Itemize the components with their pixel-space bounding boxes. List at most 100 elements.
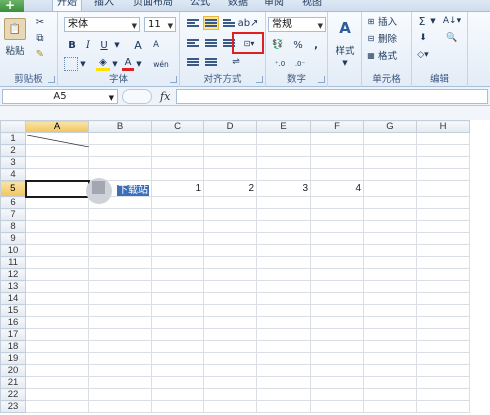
cell-c16[interactable] (151, 316, 204, 329)
cell-b14[interactable] (88, 292, 152, 305)
cell-c2[interactable] (151, 144, 204, 157)
cell-c1[interactable] (151, 132, 204, 145)
cell-a12[interactable] (25, 268, 89, 281)
row-header[interactable]: 22 (0, 388, 26, 401)
cell-a8[interactable] (25, 220, 89, 233)
decrease-decimal-icon[interactable]: .0⁻ (292, 57, 308, 71)
cell-d12[interactable] (203, 268, 257, 281)
cell-h22[interactable] (416, 388, 470, 401)
phonetic-button[interactable]: wén (152, 57, 170, 71)
cell-a6[interactable] (25, 196, 89, 209)
cell-f3[interactable] (310, 156, 364, 169)
cell-f7[interactable] (310, 208, 364, 221)
column-header[interactable]: D (203, 120, 257, 133)
format-painter-icon[interactable]: ✎ (34, 48, 46, 60)
cell-e23[interactable] (256, 400, 311, 413)
column-header[interactable]: F (310, 120, 364, 133)
cell-d11[interactable] (203, 256, 257, 269)
row-header[interactable]: 21 (0, 376, 26, 389)
styles-button-label[interactable]: 样式 (330, 44, 360, 57)
cell-a4[interactable] (25, 168, 89, 181)
cell-b8[interactable] (88, 220, 152, 233)
row-header[interactable]: 5 (0, 180, 26, 197)
borders-icon[interactable] (64, 57, 78, 71)
cell-d3[interactable] (203, 156, 257, 169)
row-header[interactable]: 14 (0, 292, 26, 305)
cut-icon[interactable]: ✂ (34, 16, 46, 28)
bold-button[interactable]: B (66, 38, 78, 52)
cell-c17[interactable] (151, 328, 204, 341)
tab-view[interactable]: 视图 (300, 0, 324, 11)
row-header[interactable]: 6 (0, 196, 26, 209)
percent-button[interactable]: % (292, 38, 304, 52)
cell-d1[interactable] (203, 132, 257, 145)
cell-f8[interactable] (310, 220, 364, 233)
cell-c4[interactable] (151, 168, 204, 181)
cell-g11[interactable] (363, 256, 417, 269)
cell-g13[interactable] (363, 280, 417, 293)
fill-icon[interactable]: ⬇ (416, 32, 430, 44)
cell-h18[interactable] (416, 340, 470, 353)
paste-button-label[interactable]: 粘贴 (2, 44, 28, 57)
cell-e8[interactable] (256, 220, 311, 233)
find-select-icon[interactable]: 🔍 (442, 32, 462, 44)
cell-a15[interactable] (25, 304, 89, 317)
cell-g19[interactable] (363, 352, 417, 365)
orientation-icon[interactable]: ab↗ (238, 16, 259, 30)
cell-g7[interactable] (363, 208, 417, 221)
cell-f16[interactable] (310, 316, 364, 329)
decrease-indent-icon[interactable] (185, 55, 201, 69)
row-header[interactable]: 7 (0, 208, 26, 221)
cell-f13[interactable] (310, 280, 364, 293)
cell-a11[interactable] (25, 256, 89, 269)
cell-a22[interactable] (25, 388, 89, 401)
clipboard-launcher-icon[interactable] (48, 76, 55, 83)
row-header[interactable]: 8 (0, 220, 26, 233)
cell-d7[interactable] (203, 208, 257, 221)
number-launcher-icon[interactable] (318, 76, 325, 83)
cell-e6[interactable] (256, 196, 311, 209)
cell-g10[interactable] (363, 244, 417, 257)
cell-h20[interactable] (416, 364, 470, 377)
cell-a13[interactable] (25, 280, 89, 293)
font-color-dropdown-icon[interactable]: ▼ (136, 57, 142, 71)
cell-d8[interactable] (203, 220, 257, 233)
cell-a17[interactable] (25, 328, 89, 341)
insert-cells-icon[interactable]: ⊞ (365, 15, 377, 27)
row-header[interactable]: 9 (0, 232, 26, 245)
tab-formulas[interactable]: 公式 (188, 0, 212, 11)
worksheet-table[interactable]: A B C D E F G H 1 2 3 4 5 下载站 1 2 3 4 6 7 8 9 10 11 12 13… (0, 120, 470, 413)
increase-decimal-icon[interactable]: ⁺.0 (272, 57, 288, 71)
cell-d23[interactable] (203, 400, 257, 413)
row-header[interactable]: 2 (0, 144, 26, 157)
cell-h11[interactable] (416, 256, 470, 269)
cell-f21[interactable] (310, 376, 364, 389)
cell-h8[interactable] (416, 220, 470, 233)
comma-button[interactable]: , (310, 38, 322, 52)
cell-e15[interactable] (256, 304, 311, 317)
font-size-combo[interactable]: 11 ▼ (144, 17, 176, 32)
row-header[interactable]: 19 (0, 352, 26, 365)
cell-h4[interactable] (416, 168, 470, 181)
name-box[interactable]: A5 ▼ (2, 89, 118, 104)
autosum-dropdown-icon[interactable]: ▼ (430, 15, 436, 27)
cell-b1[interactable] (88, 132, 152, 145)
cell-h12[interactable] (416, 268, 470, 281)
row-header[interactable]: 13 (0, 280, 26, 293)
cell-g4[interactable] (363, 168, 417, 181)
delete-cells-icon[interactable]: ⊟ (365, 32, 377, 44)
cell-e7[interactable] (256, 208, 311, 221)
cell-c20[interactable] (151, 364, 204, 377)
tab-insert[interactable]: 插入 (92, 0, 116, 11)
borders-dropdown-icon[interactable]: ▼ (80, 57, 86, 71)
row-header[interactable]: 17 (0, 328, 26, 341)
cell-c7[interactable] (151, 208, 204, 221)
cell-h5[interactable] (416, 180, 470, 197)
cell-b23[interactable] (88, 400, 152, 413)
cell-f19[interactable] (310, 352, 364, 365)
cell-d9[interactable] (203, 232, 257, 245)
align-bottom-icon[interactable] (221, 16, 237, 30)
cell-g1[interactable] (363, 132, 417, 145)
cell-e9[interactable] (256, 232, 311, 245)
cell-c5[interactable]: 1 (151, 180, 204, 197)
